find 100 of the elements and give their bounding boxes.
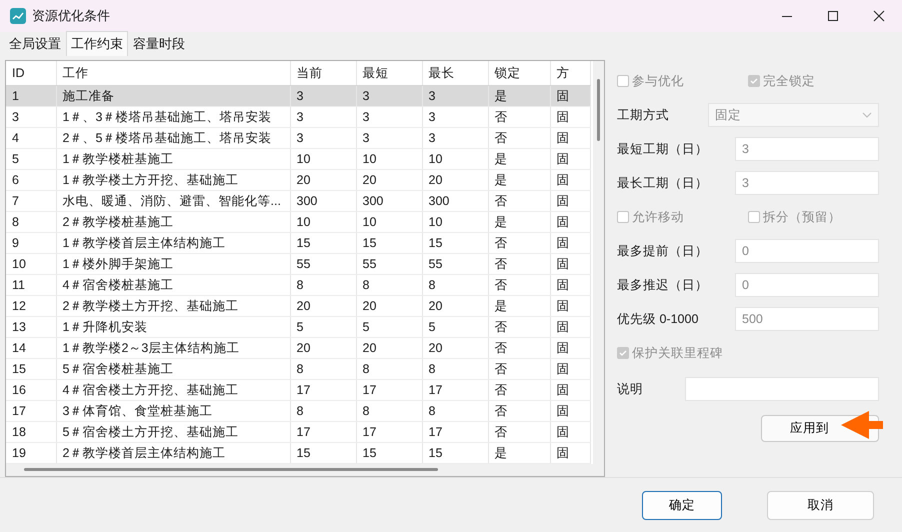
table-cell: 3	[356, 106, 422, 128]
table-cell: 是	[488, 212, 550, 232]
table-cell: 20	[356, 338, 422, 358]
table-cell: 是	[488, 170, 550, 190]
table-cell: 8	[6, 212, 56, 232]
tab[interactable]: 工作约束	[66, 31, 128, 56]
table-cell: 3	[422, 86, 488, 106]
table-cell: 3	[356, 128, 422, 148]
table-cell: 8	[290, 274, 356, 296]
table-cell: 是	[488, 86, 550, 106]
input-field[interactable]	[685, 377, 879, 401]
tab[interactable]: 全局设置	[4, 31, 66, 56]
table-cell: 10	[290, 148, 356, 170]
field-label: 优先级 0-1000	[617, 310, 700, 328]
table-cell: 固	[550, 338, 590, 358]
table-cell: 4＃宿舍楼桩基施工	[56, 274, 290, 296]
table-cell: 否	[488, 358, 550, 380]
table-cell: 否	[488, 128, 550, 148]
table-cell: 10	[422, 212, 488, 232]
table-cell: 17	[290, 422, 356, 442]
table-cell: 5	[6, 148, 56, 170]
table-cell: 固	[550, 106, 590, 128]
table-cell: 1＃教学楼2～3层主体结构施工	[56, 338, 290, 358]
table-cell: 固	[550, 400, 590, 422]
table-cell: 固	[550, 254, 590, 274]
table-cell: 17	[356, 422, 422, 442]
table-cell: 10	[6, 254, 56, 274]
table-cell: 8	[422, 274, 488, 296]
table-cell: 固	[550, 212, 590, 232]
horizontal-scrollbar[interactable]	[6, 464, 593, 476]
table-cell: 否	[488, 232, 550, 254]
table-cell: 固	[550, 274, 590, 296]
table-cell: 3	[422, 128, 488, 148]
table-cell: 固	[550, 296, 590, 316]
table-cell: 4	[6, 128, 56, 148]
table-cell: 5	[356, 316, 422, 338]
table-cell: 否	[488, 316, 550, 338]
table-cell: 否	[488, 338, 550, 358]
table-cell: 固	[550, 380, 590, 400]
table-cell: 8	[290, 400, 356, 422]
table-cell: 17	[422, 380, 488, 400]
table-cell: 20	[290, 296, 356, 316]
dialog-button[interactable]: 取消	[767, 490, 874, 520]
table-cell: 固	[550, 232, 590, 254]
table-cell: 否	[488, 422, 550, 442]
dialog-button[interactable]: 确定	[642, 490, 722, 520]
table-cell: 15	[356, 232, 422, 254]
table-cell: 1＃升降机安装	[56, 316, 290, 338]
table-cell: 17	[290, 380, 356, 400]
table-cell: 1＃、3＃楼塔吊基础施工、塔吊安装	[56, 106, 290, 128]
table-cell: 20	[422, 338, 488, 358]
table-cell: 1＃教学楼土方开挖、基础施工	[56, 170, 290, 190]
table-cell: 11	[6, 274, 56, 296]
check-icon	[619, 349, 627, 357]
close-icon	[873, 10, 885, 22]
table-cell: 20	[290, 170, 356, 190]
table-cell: 14	[6, 338, 56, 358]
table-cell: 8	[356, 358, 422, 380]
maximize-icon	[827, 10, 839, 22]
window-title: 资源优化条件	[32, 7, 111, 25]
table-cell: 16	[6, 380, 56, 400]
field-label: 工期方式	[617, 106, 670, 124]
table-cell: 2＃教学楼桩基施工	[56, 212, 290, 232]
table-cell: 13	[6, 316, 56, 338]
table-cell: 10	[422, 148, 488, 170]
table-cell: 55	[422, 254, 488, 274]
table-cell: 3＃体育馆、食堂桩基施工	[56, 400, 290, 422]
table-cell: 12	[6, 296, 56, 316]
table-cell: 15	[6, 358, 56, 380]
table-cell: 2＃、5＃楼塔吊基础施工、塔吊安装	[56, 128, 290, 148]
table-cell: 55	[356, 254, 422, 274]
table-cell: 否	[488, 254, 550, 274]
table-cell: 3	[422, 106, 488, 128]
table-cell: 5＃宿舍楼土方开挖、基础施工	[56, 422, 290, 442]
table-cell: 55	[290, 254, 356, 274]
table-cell: 3	[290, 106, 356, 128]
table-cell: 17	[422, 422, 488, 442]
arrow-icon	[839, 409, 885, 441]
table-cell: 300	[422, 190, 488, 212]
table-cell: 8	[422, 400, 488, 422]
table-cell: 6	[6, 170, 56, 190]
table-cell: 否	[488, 190, 550, 212]
table-cell: 2＃教学楼土方开挖、基础施工	[56, 296, 290, 316]
chevron-icon	[862, 112, 872, 118]
field-label: 说明	[617, 380, 644, 398]
table-cell: 15	[422, 232, 488, 254]
table-cell: 是	[488, 296, 550, 316]
table-cell: 20	[356, 170, 422, 190]
table-cell: 3	[290, 86, 356, 106]
vertical-scrollbar[interactable]	[593, 61, 604, 476]
table-cell: 否	[488, 400, 550, 422]
field-label: 最长工期（日）	[617, 174, 709, 192]
table-cell: 300	[356, 190, 422, 212]
table-cell: 20	[422, 296, 488, 316]
table-cell: 8	[422, 358, 488, 380]
field-label: 最多提前（日）	[617, 242, 709, 260]
table-cell: 是	[488, 148, 550, 170]
table-cell: 8	[356, 400, 422, 422]
tab[interactable]: 容量时段	[128, 31, 190, 56]
table-cell: 3	[356, 86, 422, 106]
